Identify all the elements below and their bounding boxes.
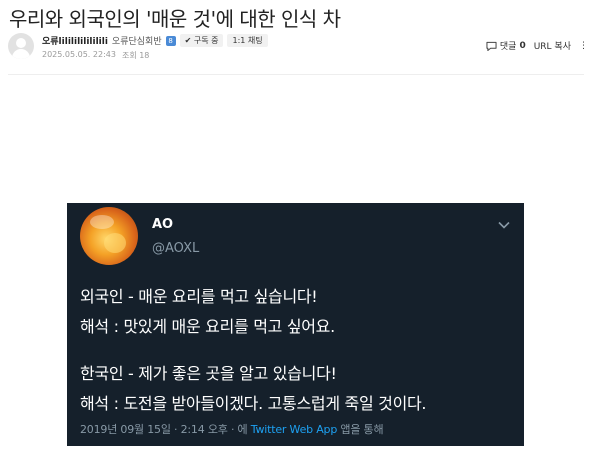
tweet-screenshot: AO @AOXL 외국인 - 매운 요리를 먹고 싶습니다! 해석 : 맛있게 … xyxy=(67,203,524,446)
tweet-author-handle: @AOXL xyxy=(152,241,200,256)
subscribe-button[interactable]: ✔ 구독 중 xyxy=(179,34,224,47)
comment-label: 댓글 xyxy=(499,42,517,52)
url-copy-button[interactable]: URL 복사 xyxy=(534,39,571,52)
post-date-row: 2025.05.05. 22:43 조회 18 xyxy=(42,50,149,61)
tweet-text-line: 해석 : 맛있게 매운 요리를 먹고 싶어요. xyxy=(80,317,335,336)
tweet-source-link: Twitter Web App xyxy=(250,423,338,436)
view-count: 조회 18 xyxy=(121,51,150,60)
author-name[interactable]: 오류lililililililili xyxy=(42,34,108,47)
tweet-text-line: 해석 : 도전을 받아들이겠다. 고통스럽게 죽일 것이다. xyxy=(80,394,427,413)
comment-count: 0 xyxy=(519,40,526,51)
tweet-avatar xyxy=(80,207,138,265)
tweet-author-name: AO xyxy=(152,217,174,232)
post-title: 우리와 외국인의 '매운 것'에 대한 인식 차 xyxy=(9,7,341,31)
tweet-timestamp: 2019년 09월 15일 · 2:14 오후 · 에 xyxy=(80,423,248,436)
tweet-text-line: 외국인 - 매운 요리를 먹고 싶습니다! xyxy=(80,287,318,306)
author-row: 오류lililililililili 오류단심회반 8 ✔ 구독 중 1:1 채… xyxy=(42,34,268,47)
user-avatar-icon[interactable] xyxy=(8,33,34,59)
comment-icon xyxy=(486,41,497,51)
comment-button[interactable]: 댓글 0 xyxy=(486,39,526,52)
more-button[interactable]: ⋮ xyxy=(579,41,588,51)
tweet-footer: 2019년 09월 15일 · 2:14 오후 · 에 Twitter Web … xyxy=(80,421,384,437)
author-group: 오류단심회반 xyxy=(111,37,162,47)
tweet-source-suffix: 앱을 통해 xyxy=(340,423,384,436)
chevron-down-icon xyxy=(498,221,510,229)
post-actions: 댓글 0 URL 복사 ⋮ xyxy=(486,39,588,52)
tweet-text-line: 한국인 - 제가 좋은 곳을 알고 있습니다! xyxy=(80,364,337,383)
chat-button[interactable]: 1:1 채팅 xyxy=(227,34,268,47)
header-divider xyxy=(8,74,584,75)
post-meta: 오류lililililililili 오류단심회반 8 ✔ 구독 중 1:1 채… xyxy=(8,33,592,65)
level-badge: 8 xyxy=(165,35,176,46)
post-date: 2025.05.05. 22:43 xyxy=(42,50,116,59)
